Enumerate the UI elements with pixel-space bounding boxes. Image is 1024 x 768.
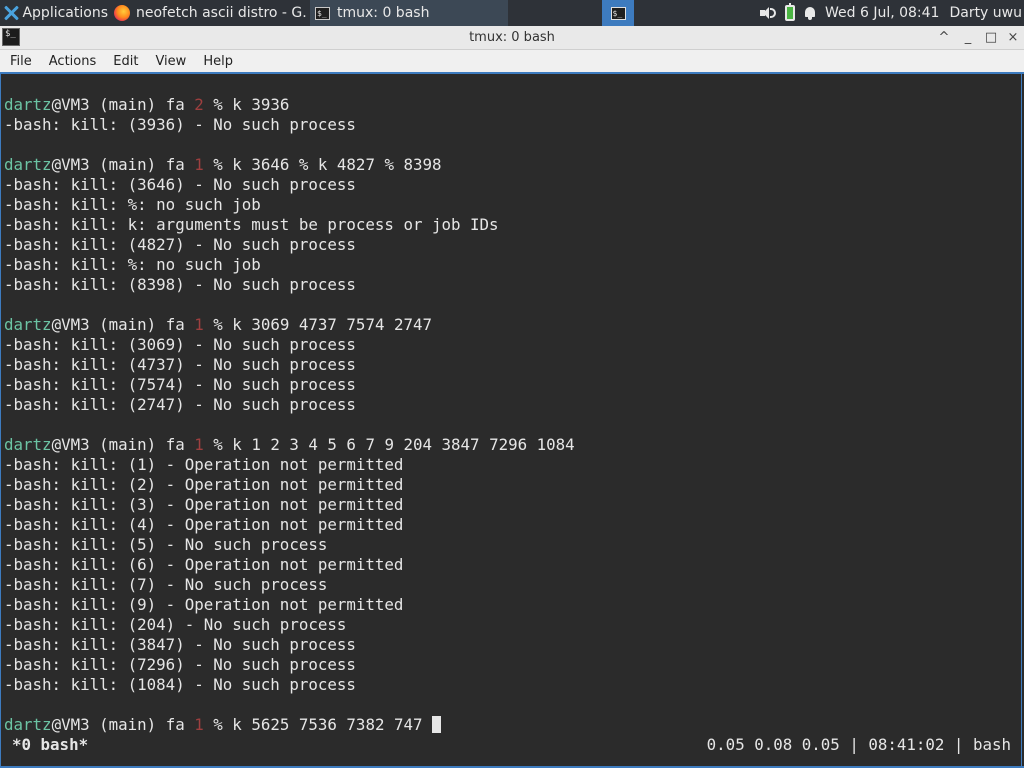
output-line: -bash: kill: (4) - Operation not permitt…	[4, 515, 404, 534]
output-line: -bash: kill: (6) - Operation not permitt…	[4, 555, 404, 574]
output-line: -bash: kill: (204) - No such process	[4, 615, 347, 634]
output-line: -bash: kill: (5) - No such process	[4, 535, 328, 554]
output-line: -bash: kill: (7296) - No such process	[4, 655, 356, 674]
system-tray: Wed 6 Jul, 08:41 Darty uwu	[734, 0, 1024, 26]
output-line: -bash: kill: (3) - Operation not permitt…	[4, 495, 404, 514]
output-line: -bash: kill: (3646) - No such process	[4, 175, 356, 194]
top-panel: Applications neofetch ascii distro - G..…	[0, 0, 1024, 26]
terminal-icon: $_	[610, 6, 626, 20]
taskbar-item-firefox[interactable]: neofetch ascii distro - G...	[110, 0, 308, 26]
maximize-window-button[interactable]: □	[981, 28, 1001, 48]
output-line: -bash: kill: (1084) - No such process	[4, 675, 356, 694]
battery-icon[interactable]	[784, 3, 795, 21]
volume-icon[interactable]	[759, 6, 777, 20]
menu-help[interactable]: Help	[196, 54, 240, 69]
window-titlebar[interactable]: $_ tmux: 0 bash ^ _ □ ×	[0, 26, 1024, 50]
output-line: -bash: kill: (3847) - No such process	[4, 635, 356, 654]
menu-bar: File Actions Edit View Help	[0, 50, 1024, 74]
menu-actions[interactable]: Actions	[42, 54, 104, 69]
output-line: -bash: kill: %: no such job	[4, 255, 261, 274]
output-line: -bash: kill: (1) - Operation not permitt…	[4, 455, 404, 474]
menu-view[interactable]: View	[148, 54, 193, 69]
terminal-icon: $_	[315, 6, 330, 20]
window-title: tmux: 0 bash	[469, 30, 555, 45]
output-line: -bash: kill: (7) - No such process	[4, 575, 328, 594]
output-line: -bash: kill: k: arguments must be proces…	[4, 215, 499, 234]
output-line: -bash: kill: (3069) - No such process	[4, 335, 356, 354]
output-line: -bash: kill: (2747) - No such process	[4, 395, 356, 414]
xfce-logo-icon	[3, 5, 18, 21]
workspace-switcher-button[interactable]: $_	[602, 0, 634, 26]
close-window-button[interactable]: ×	[1003, 28, 1023, 48]
notification-bell-icon[interactable]	[803, 6, 817, 20]
tmux-window-list[interactable]: *0 bash*	[12, 735, 88, 755]
clock[interactable]: Wed 6 Jul, 08:41	[825, 5, 939, 21]
terminal-output: dartz@VM3 (main) fa 2 % k 3936 -bash: ki…	[4, 95, 575, 735]
prompt-line: dartz@VM3 (main) fa 1 % k 3069 4737 7574…	[4, 315, 433, 334]
taskbar-item-label: tmux: 0 bash	[337, 5, 430, 21]
taskbar-item-terminal[interactable]: $_ tmux: 0 bash	[310, 0, 508, 26]
output-line: -bash: kill: %: no such job	[4, 195, 261, 214]
output-line: -bash: kill: (4737) - No such process	[4, 355, 356, 374]
output-line: -bash: kill: (2) - Operation not permitt…	[4, 475, 404, 494]
output-line: -bash: kill: (3936) - No such process	[4, 115, 356, 134]
prompt-line: dartz@VM3 (main) fa 1 % k 1 2 3 4 5 6 7 …	[4, 435, 575, 454]
output-line: -bash: kill: (4827) - No such process	[4, 235, 356, 254]
applications-menu-button[interactable]: Applications	[0, 0, 108, 26]
output-line: -bash: kill: (7574) - No such process	[4, 375, 356, 394]
shade-window-button[interactable]: ^	[934, 28, 954, 48]
prompt-line: dartz@VM3 (main) fa 1 % k 3646 % k 4827 …	[4, 155, 442, 174]
tmux-status-right: 0.05 0.08 0.05 | 08:41:02 | bash	[706, 735, 1011, 754]
command-input: k 5625 7536 7382 747	[232, 715, 433, 734]
output-line: -bash: kill: (9) - Operation not permitt…	[4, 595, 404, 614]
applications-label: Applications	[22, 5, 108, 21]
terminal-area[interactable]: dartz@VM3 (main) fa 2 % k 3936 -bash: ki…	[0, 74, 1022, 766]
text-cursor	[432, 716, 442, 733]
minimize-window-button[interactable]: _	[958, 28, 978, 48]
current-prompt-line[interactable]: dartz@VM3 (main) fa 1 % k 5625 7536 7382…	[4, 715, 575, 735]
firefox-icon	[114, 5, 130, 21]
output-line: -bash: kill: (8398) - No such process	[4, 275, 356, 294]
user-menu-label[interactable]: Darty uwu	[949, 5, 1022, 21]
menu-file[interactable]: File	[3, 54, 39, 69]
taskbar-item-label: neofetch ascii distro - G...	[136, 5, 308, 21]
prompt-line: dartz@VM3 (main) fa 2 % k 3936	[4, 95, 290, 114]
menu-edit[interactable]: Edit	[106, 54, 145, 69]
